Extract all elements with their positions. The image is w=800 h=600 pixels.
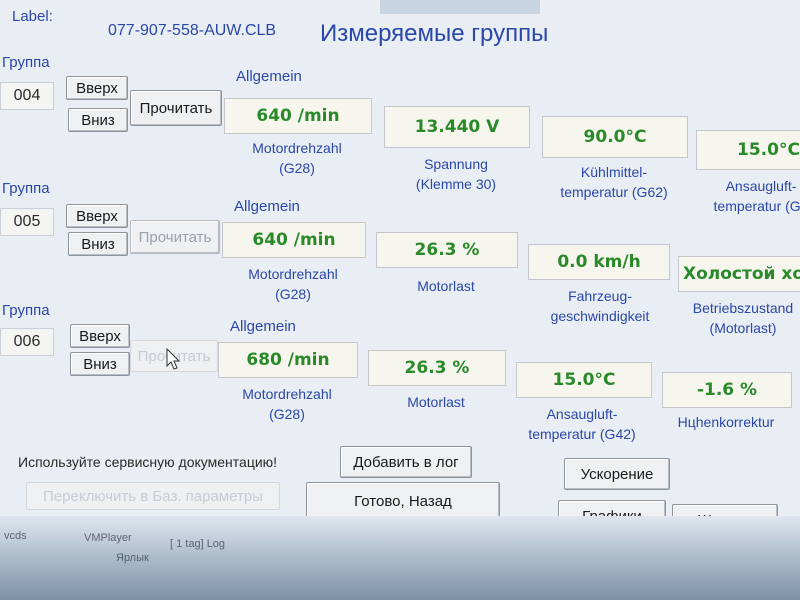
field-description: Motordrehzahl (G28) — [248, 266, 338, 302]
value-field: 26.3 % — [376, 232, 518, 268]
taskbar-item[interactable]: vcds — [4, 530, 27, 542]
up-button-006[interactable]: Вверх — [70, 324, 130, 348]
section-label-006: Allgemein — [230, 318, 296, 335]
up-button-005[interactable]: Вверх — [66, 204, 128, 228]
field-description: Motordrehzahl (G28) — [242, 386, 332, 422]
value-field: 15.0°C — [516, 362, 652, 398]
group-label-006: Группа — [2, 302, 50, 319]
taskbar-item[interactable]: VMPlayer — [84, 532, 132, 544]
switch-basic-params-button[interactable]: Переключить в Баз. параметры — [26, 482, 280, 510]
value-field: 13.440 V — [384, 106, 530, 148]
field-description: Hцhenkorrektur — [677, 414, 775, 430]
field-description: Betriebszustand (Motorlast) — [692, 300, 794, 336]
value-field: 90.0°C — [542, 116, 688, 158]
label-key: Label: — [12, 8, 53, 25]
value-field: -1.6 % — [662, 372, 792, 408]
value-field: 0.0 km/h — [528, 244, 670, 280]
done-back-button[interactable]: Готово, Назад — [306, 482, 500, 520]
field-description: Motorlast — [407, 394, 465, 410]
group-label-004: Группа — [2, 54, 50, 71]
read-button-004[interactable]: Прочитать — [130, 90, 222, 126]
desktop-taskbar: vcds VMPlayer [ 1 tag] Log Ярлык — [0, 516, 800, 600]
field-description: Ansaugluft-temperatur (G42) — [528, 406, 636, 442]
group-number-004[interactable]: 004 — [0, 82, 54, 110]
down-button-006[interactable]: Вниз — [70, 352, 130, 376]
section-label-005: Allgemein — [234, 198, 300, 215]
field-description: Motorlast — [417, 278, 475, 294]
field-description: Fahrzeug-geschwindigkeit — [550, 288, 650, 324]
value-field: Холостой хо — [678, 256, 800, 292]
field-description: Ansaugluft-temperatur (G4 — [713, 178, 800, 214]
field-description: Motordrehzahl (G28) — [252, 140, 342, 176]
group-number-006[interactable]: 006 — [0, 328, 54, 356]
section-label-004: Allgemein — [236, 68, 302, 85]
label-value: 077-907-558-AUW.CLB — [108, 22, 277, 39]
up-button-004[interactable]: Вверх — [66, 76, 128, 100]
add-to-log-button[interactable]: Добавить в лог — [340, 446, 472, 478]
mouse-cursor-icon — [166, 348, 181, 370]
value-field: 26.3 % — [368, 350, 506, 386]
taskbar-item[interactable]: Ярлык — [116, 552, 149, 564]
page-title: Измеряемые группы — [320, 20, 549, 47]
taskbar-item[interactable]: [ 1 tag] Log — [170, 538, 225, 550]
read-button-005[interactable]: Прочитать — [130, 220, 220, 254]
value-field: 15.0°C — [696, 130, 800, 170]
title-strip — [380, 0, 540, 14]
value-field: 640 /min — [224, 98, 372, 134]
measuring-groups-window: Label: 077-907-558-AUW.CLB Измеряемые гр… — [0, 0, 800, 540]
group-label-005: Группа — [2, 180, 50, 197]
acceleration-button[interactable]: Ускорение — [564, 458, 670, 490]
field-description: Spannung (Klemme 30) — [415, 156, 497, 192]
group-number-005[interactable]: 005 — [0, 208, 54, 236]
value-field: 640 /min — [222, 222, 366, 258]
down-button-004[interactable]: Вниз — [68, 108, 128, 132]
field-description: Kühlmittel-temperatur (G62) — [560, 164, 668, 200]
down-button-005[interactable]: Вниз — [68, 232, 128, 256]
value-field: 680 /min — [218, 342, 358, 378]
service-note: Используйте сервисную документацию! — [18, 454, 278, 470]
